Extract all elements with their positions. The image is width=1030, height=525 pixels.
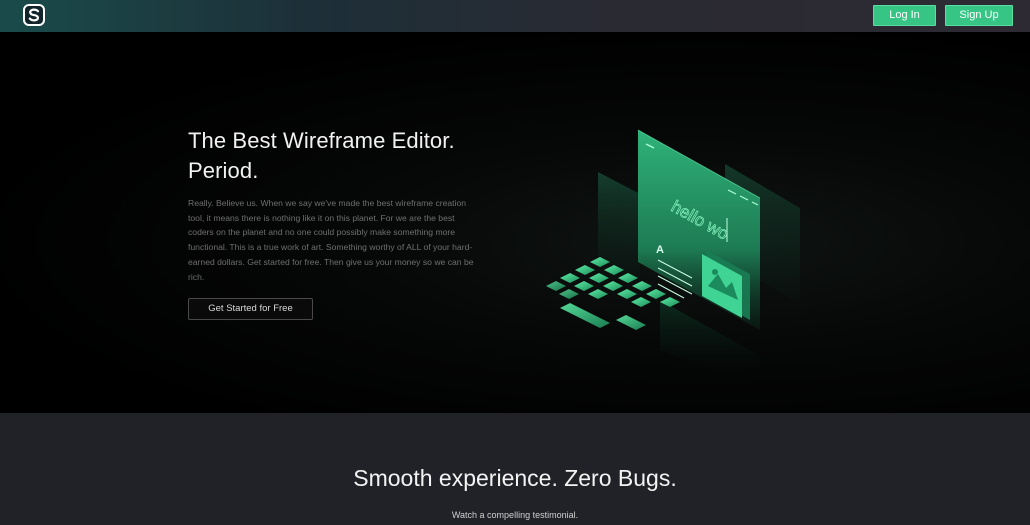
- illustration-letter: A: [656, 244, 664, 256]
- hero-title: The Best Wireframe Editor. Period.: [188, 126, 488, 186]
- hero-title-line1: The Best Wireframe Editor.: [188, 128, 455, 153]
- section-title: Smooth experience. Zero Bugs.: [353, 465, 677, 491]
- top-navbar: Log In Sign Up: [0, 0, 1030, 32]
- login-button[interactable]: Log In: [873, 5, 936, 26]
- features-section: Smooth experience. Zero Bugs. Watch a co…: [0, 413, 1030, 525]
- signup-button[interactable]: Sign Up: [945, 5, 1013, 26]
- hero-title-line2: Period.: [188, 158, 259, 183]
- hero-description: Really. Believe us. When we say we've ma…: [188, 198, 474, 282]
- s-letter-icon: [28, 8, 40, 22]
- isometric-editor-illustration: hello wo A: [546, 129, 800, 390]
- section-subtitle: Watch a compelling testimonial.: [451, 510, 579, 520]
- get-started-button[interactable]: Get Started for Free: [188, 298, 313, 320]
- s-logo-icon[interactable]: [23, 4, 45, 26]
- hero-section: The Best Wireframe Editor. Period. Reall…: [0, 32, 1030, 413]
